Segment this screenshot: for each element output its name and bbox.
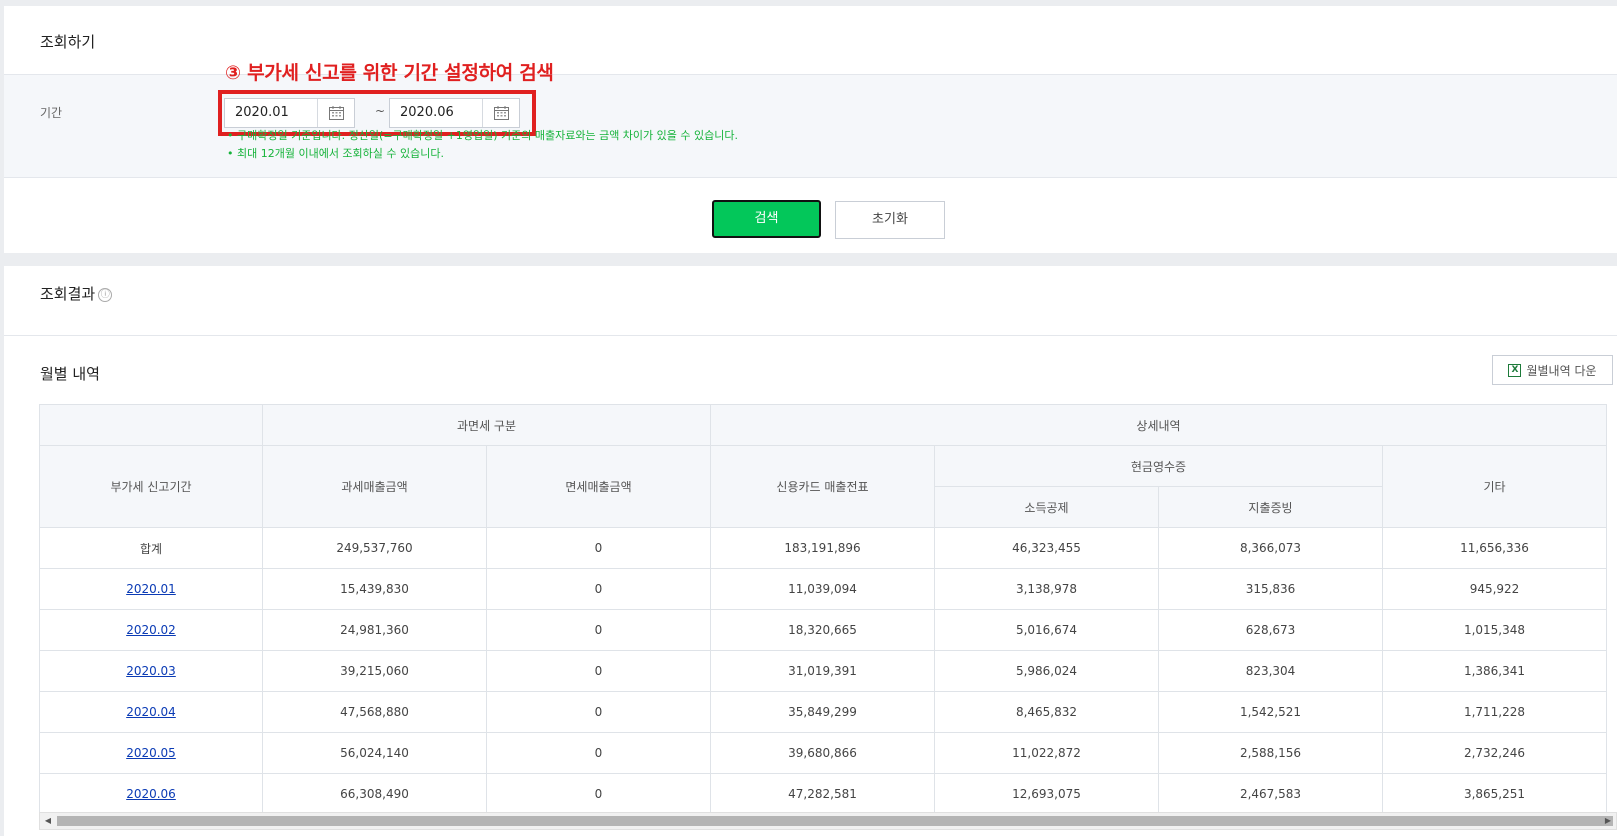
cell-expense: 628,673 [1158,609,1383,651]
header-expense-proof: 지출증빙 [1158,486,1383,528]
cell-expense: 2,467,583 [1158,773,1383,815]
header-empty [39,404,263,446]
search-notes: • 구매확정일 기준입니다. 정산일(=구매확정일 +1영업일) 기준의 매출자… [227,127,738,163]
cell-other: 1,015,348 [1382,609,1607,651]
table-row: 2020.03 39,215,060 0 31,019,391 5,986,02… [39,650,1607,692]
cell-taxable: 39,215,060 [262,650,487,692]
cell-taxable: 249,537,760 [262,527,487,569]
cell-income: 12,693,075 [934,773,1159,815]
period-cell: 2020.03 [39,650,263,692]
annotation-text: ③ 부가세 신고를 위한 기간 설정하여 검색 [225,62,554,84]
cell-other: 3,865,251 [1382,773,1607,815]
period-link[interactable]: 2020.06 [126,787,176,801]
period-cell: 2020.06 [39,773,263,815]
result-panel: 조회결과 ⓘ 월별 내역 X 월별내역 다운 과면세 구분 상세내역 부가세 신고… [4,266,1617,836]
cell-expense: 315,836 [1158,568,1383,610]
divider [4,335,1617,336]
search-panel: 조회하기 기간 ③ 부가세 신고를 위한 기간 설정하여 검색 2020.01 … [4,6,1617,253]
cell-exempt: 0 [486,732,711,774]
period-label: 기간 [40,106,63,120]
cell-other: 1,711,228 [1382,691,1607,733]
period-link[interactable]: 2020.05 [126,746,176,760]
cell-taxable: 15,439,830 [262,568,487,610]
header-income-deduction: 소득공제 [934,486,1159,528]
monthly-table: 과면세 구분 상세내역 부가세 신고기간 과세매출금액 면세매출금액 신용카드 … [39,404,1607,815]
period-link[interactable]: 2020.02 [126,623,176,637]
period-cell: 2020.04 [39,691,263,733]
cell-card: 11,039,094 [710,568,935,610]
cell-card: 18,320,665 [710,609,935,651]
table-row: 2020.06 66,308,490 0 47,282,581 12,693,0… [39,773,1607,815]
header-exempt: 면세매출금액 [486,445,711,528]
cell-exempt: 0 [486,773,711,815]
search-title: 조회하기 [40,33,96,51]
cell-other: 1,386,341 [1382,650,1607,692]
table-row: 2020.05 56,024,140 0 39,680,866 11,022,8… [39,732,1607,774]
horizontal-scrollbar[interactable]: ◀ ▶ [39,812,1617,830]
header-card: 신용카드 매출전표 [710,445,935,528]
cell-other: 945,922 [1382,568,1607,610]
cell-card: 183,191,896 [710,527,935,569]
period-cell: 2020.01 [39,568,263,610]
period-cell: 2020.05 [39,732,263,774]
table-row: 2020.04 47,568,880 0 35,849,299 8,465,83… [39,691,1607,733]
period-link[interactable]: 2020.01 [126,582,176,596]
cell-taxable: 24,981,360 [262,609,487,651]
cell-card: 39,680,866 [710,732,935,774]
cell-expense: 8,366,073 [1158,527,1383,569]
search-button[interactable]: 검색 [712,200,821,238]
scrollbar-thumb[interactable] [57,816,1613,826]
cell-exempt: 0 [486,650,711,692]
cell-income: 3,138,978 [934,568,1159,610]
table-row: 2020.01 15,439,830 0 11,039,094 3,138,97… [39,568,1607,610]
note-line: • 구매확정일 기준입니다. 정산일(=구매확정일 +1영업일) 기준의 매출자… [227,129,738,142]
cell-taxable: 56,024,140 [262,732,487,774]
monthly-title: 월별 내역 [40,365,100,383]
scroll-left-icon[interactable]: ◀ [40,813,56,829]
cell-income: 46,323,455 [934,527,1159,569]
header-other: 기타 [1382,445,1607,528]
header-detail-group: 상세내역 [710,404,1607,446]
header-cash-receipt: 현금영수증 [934,445,1383,487]
cell-exempt: 0 [486,527,711,569]
cell-income: 5,016,674 [934,609,1159,651]
header-taxable: 과세매출금액 [262,445,487,528]
cell-expense: 1,542,521 [1158,691,1383,733]
period-cell: 2020.02 [39,609,263,651]
cell-other: 2,732,246 [1382,732,1607,774]
cell-expense: 2,588,156 [1158,732,1383,774]
cell-income: 8,465,832 [934,691,1159,733]
reset-button[interactable]: 초기화 [835,201,945,239]
cell-exempt: 0 [486,691,711,733]
total-row: 합계 249,537,760 0 183,191,896 46,323,455 … [39,527,1607,569]
period-link[interactable]: 2020.04 [126,705,176,719]
note-line: • 최대 12개월 이내에서 조회하실 수 있습니다. [227,147,445,160]
cell-taxable: 66,308,490 [262,773,487,815]
table-row: 2020.02 24,981,360 0 18,320,665 5,016,67… [39,609,1607,651]
excel-download-label: 월별내역 다운 [1526,363,1597,378]
excel-icon: X [1508,363,1522,377]
result-title: 조회결과 ⓘ [40,283,113,304]
cell-exempt: 0 [486,609,711,651]
cell-card: 31,019,391 [710,650,935,692]
cell-income: 5,986,024 [934,650,1159,692]
header-period: 부가세 신고기간 [39,445,263,528]
cell-taxable: 47,568,880 [262,691,487,733]
period-link[interactable]: 2020.03 [126,664,176,678]
cell-card: 35,849,299 [710,691,935,733]
cell-exempt: 0 [486,568,711,610]
cell-income: 11,022,872 [934,732,1159,774]
cell-expense: 823,304 [1158,650,1383,692]
header-tax-group: 과면세 구분 [262,404,711,446]
cell-card: 47,282,581 [710,773,935,815]
cell-other: 11,656,336 [1382,527,1607,569]
total-label: 합계 [39,527,263,569]
info-icon[interactable]: ⓘ [98,288,113,302]
result-title-text: 조회결과 [40,285,96,303]
scroll-right-icon[interactable]: ▶ [1600,813,1616,829]
excel-download-button[interactable]: X 월별내역 다운 [1492,355,1613,385]
